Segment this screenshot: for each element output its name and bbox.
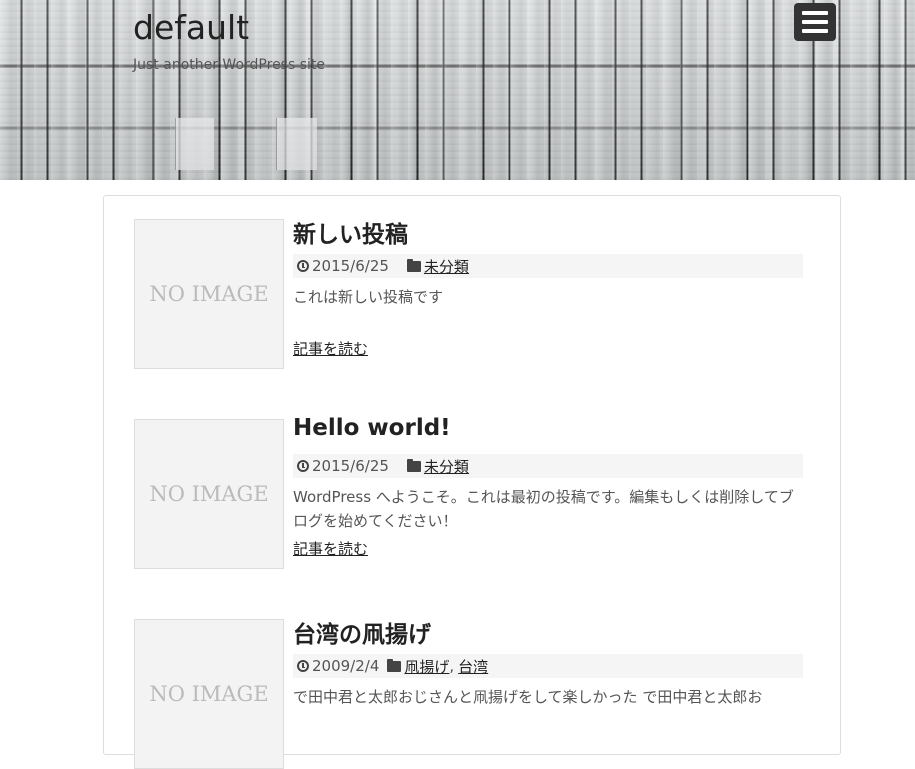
post-meta: 2015/6/25 未分類 [293,254,803,278]
hamburger-icon [802,29,828,33]
hamburger-icon [802,11,828,15]
post-title[interactable]: 新しい投稿 [293,215,408,249]
category-link[interactable]: 未分類 [424,456,469,477]
post-categories: 未分類 [406,256,469,277]
hamburger-icon [802,20,828,24]
post-meta: 2009/2/4 凧揚げ , 台湾 [293,654,803,678]
hamburger-menu-button[interactable] [794,3,836,41]
folder-icon [406,458,421,472]
site-title[interactable]: default [133,8,249,47]
category-separator: , [449,657,455,675]
post-title[interactable]: 台湾の凧揚げ [293,615,431,649]
post-thumbnail[interactable]: NO IMAGE [134,219,284,369]
post-thumbnail[interactable]: NO IMAGE [134,619,284,769]
post-date: 2015/6/25 [297,457,389,475]
header-texture [276,118,317,170]
category-link[interactable]: 未分類 [424,256,469,277]
post-categories: 凧揚げ , 台湾 [387,656,488,677]
post-item: NO IMAGE 新しい投稿 2015/6/25 未分類 これは新しい投稿です … [134,219,804,369]
post-title[interactable]: Hello world! [293,415,451,441]
category-link[interactable]: 台湾 [458,656,488,677]
post-item: NO IMAGE 台湾の凧揚げ 2009/2/4 凧揚げ , 台湾 で田中君と太… [134,619,804,769]
folder-icon [406,258,421,272]
post-categories: 未分類 [406,456,469,477]
read-more-link[interactable]: 記事を読む [293,338,368,359]
post-date-text: 2009/2/4 [312,657,380,675]
site-description: Just another WordPress site [133,57,326,73]
post-excerpt: WordPress へようこそ。これは最初の投稿です。編集もしくは削除してブログ… [293,488,794,530]
post-meta: 2015/6/25 未分類 [293,454,803,478]
post-list: NO IMAGE 新しい投稿 2015/6/25 未分類 これは新しい投稿です … [103,195,841,769]
post-excerpt: で田中君と太郎おじさんと凧揚げをして楽しかった で田中君と太郎お [293,688,763,706]
post-date-text: 2015/6/25 [312,457,389,475]
post-date-text: 2015/6/25 [312,257,389,275]
read-more-link[interactable]: 記事を読む [293,538,368,559]
post-date: 2015/6/25 [297,257,389,275]
clock-icon [297,660,309,672]
post-item: NO IMAGE Hello world! 2015/6/25 未分類 Word… [134,415,804,569]
post-excerpt: これは新しい投稿です [293,288,444,306]
site-header: default Just another WordPress site [0,0,915,180]
folder-icon [387,658,402,672]
category-link[interactable]: 凧揚げ [404,656,449,677]
clock-icon [297,460,309,472]
post-date: 2009/2/4 [297,657,379,675]
clock-icon [297,260,309,272]
header-texture [175,118,214,170]
post-thumbnail[interactable]: NO IMAGE [134,419,284,569]
